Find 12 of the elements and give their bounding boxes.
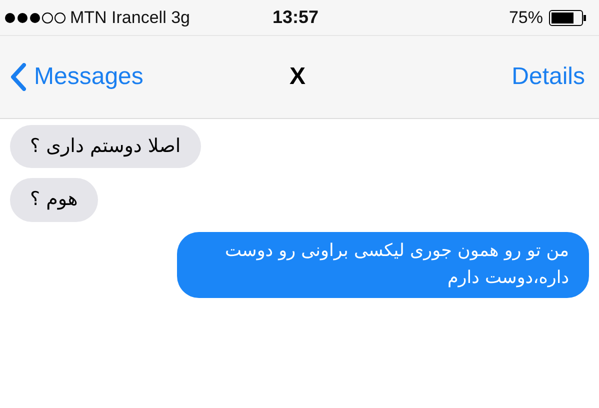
details-link[interactable]: Details xyxy=(393,63,586,91)
received-message-bubble: اصلا دوستم داری ؟ xyxy=(10,125,201,168)
back-button[interactable]: Messages xyxy=(10,63,202,91)
chevron-left-icon xyxy=(10,63,26,91)
signal-icon xyxy=(4,12,66,24)
battery-icon xyxy=(548,10,587,26)
clock-time: 13:57 xyxy=(272,7,319,27)
received-message-bubble: هوم ؟ xyxy=(10,178,98,222)
conversation-title: X xyxy=(288,63,307,91)
carrier-name: MTN Irancell 3g xyxy=(70,8,190,28)
battery-percent: 75% xyxy=(508,8,543,28)
sent-message-bubble: من تو رو همون جوری لیکسی براونی رو دوست داره،دوست دارم xyxy=(177,232,589,298)
